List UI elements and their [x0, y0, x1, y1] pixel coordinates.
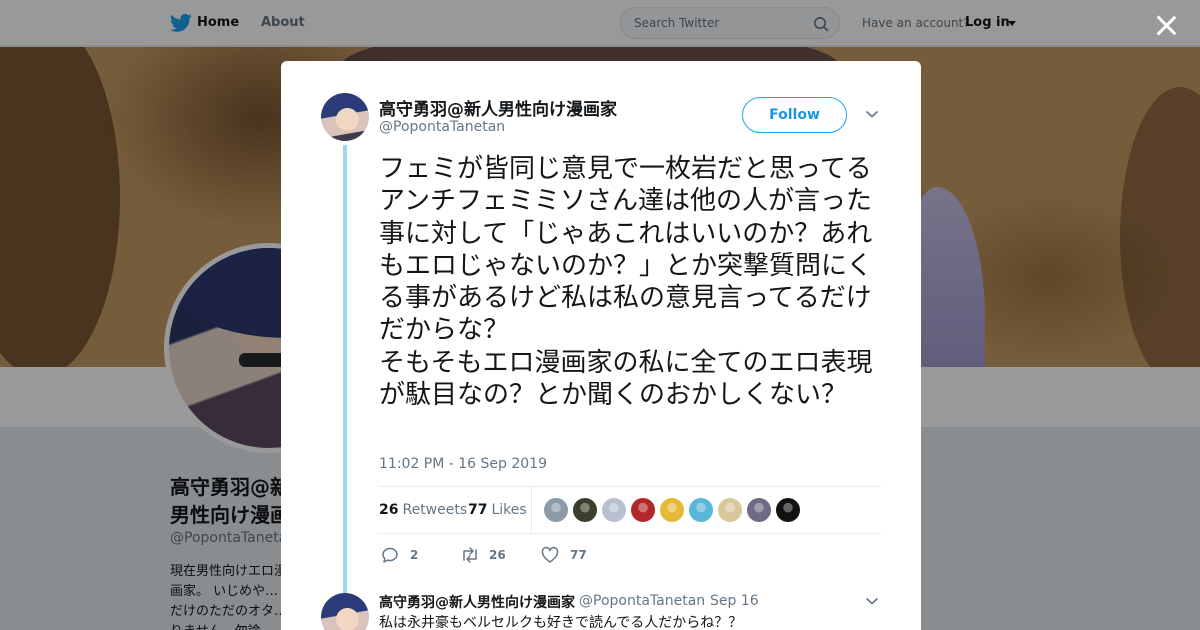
follow-button[interactable]: Follow: [742, 97, 847, 133]
retweet-icon: [463, 547, 477, 563]
liker-avatar[interactable]: [660, 498, 684, 522]
reply-author-handle[interactable]: @PopontaTanetan: [579, 593, 705, 609]
tweet-stats: 26 Retweets 77 Likes: [378, 486, 881, 534]
liker-avatar[interactable]: [689, 498, 713, 522]
liker-avatar[interactable]: [747, 498, 771, 522]
likes-stat[interactable]: 77 Likes: [468, 502, 527, 518]
thread-line: [343, 145, 347, 595]
retweet-count: 26: [489, 548, 506, 562]
tweet-timestamp[interactable]: 11:02 PM - 16 Sep 2019: [379, 456, 547, 472]
author-avatar[interactable]: [321, 93, 369, 141]
liker-avatar[interactable]: [544, 498, 568, 522]
liker-avatar[interactable]: [602, 498, 626, 522]
tweet-actions: 2 26 77: [379, 545, 879, 565]
liker-avatar[interactable]: [631, 498, 655, 522]
author-handle[interactable]: @PopontaTanetan: [379, 119, 505, 135]
reply-icon: [382, 547, 398, 563]
like-button[interactable]: 77: [540, 545, 600, 565]
like-count: 77: [570, 548, 587, 562]
reply-button[interactable]: 2: [380, 545, 430, 565]
chevron-down-icon[interactable]: [865, 109, 879, 119]
close-icon[interactable]: [1155, 14, 1177, 36]
retweets-stat[interactable]: 26 Retweets: [379, 502, 467, 518]
likes-count: 77: [468, 502, 488, 518]
reply-text: 私は永井豪もベルセルクも好きで読んでる人だからね？？: [379, 615, 743, 630]
liker-avatar[interactable]: [776, 498, 800, 522]
reply-author-avatar[interactable]: [321, 593, 369, 630]
reply-separator: ·: [701, 593, 706, 609]
author-name[interactable]: 高守勇羽@新人男性向け漫画家: [379, 95, 617, 120]
tweet-modal: 高守勇羽@新人男性向け漫画家 @PopontaTanetan Follow フェ…: [281, 61, 921, 630]
divider: [531, 487, 532, 533]
liker-avatar[interactable]: [718, 498, 742, 522]
reply-date[interactable]: Sep 16: [710, 593, 759, 609]
retweets-count: 26: [379, 502, 399, 518]
tweet-text: フェミが皆同じ意見で一枚岩だと思ってるアンチフェミミソさん達は他の人が言った事に…: [379, 154, 873, 411]
heart-icon: [541, 546, 559, 563]
retweets-label: Retweets: [402, 502, 468, 518]
chevron-down-icon[interactable]: [865, 596, 879, 606]
reply-author-name[interactable]: 高守勇羽@新人男性向け漫画家: [379, 592, 575, 612]
retweet-button[interactable]: 26: [459, 545, 519, 565]
reply-count: 2: [410, 548, 419, 562]
liker-avatar[interactable]: [573, 498, 597, 522]
likes-label: Likes: [491, 502, 527, 518]
